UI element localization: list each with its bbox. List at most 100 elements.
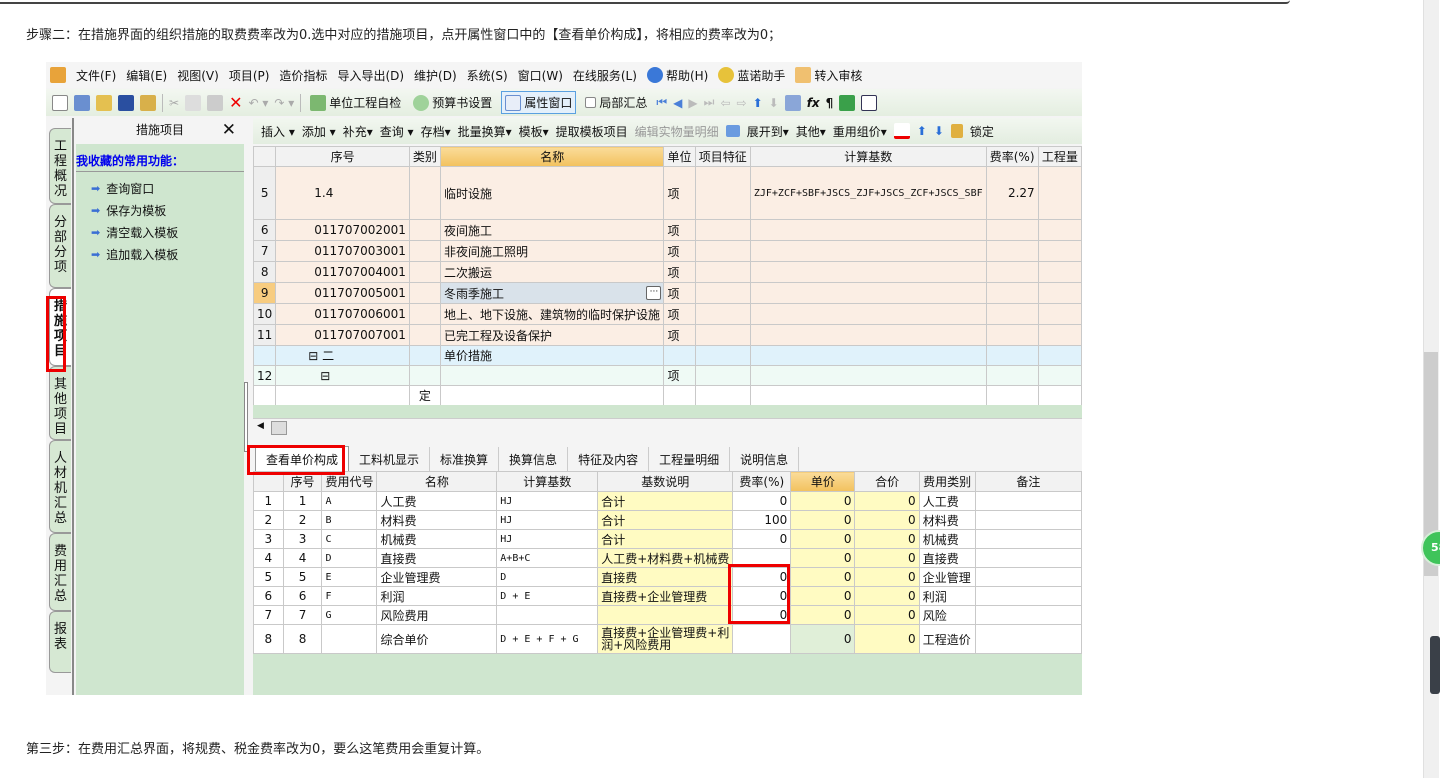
column-header[interactable]: 合价 [854,471,920,492]
toolbar2-item-11[interactable]: 重用组价▾ [833,123,887,140]
tab-4[interactable]: 特征及内容 [568,447,650,472]
table-row[interactable]: 3 3 C 机械费 HJ 合计 0 0 0 机械费 [253,529,1082,549]
cell-total[interactable]: 0 [854,586,920,606]
cell-price[interactable]: 0 [790,586,856,606]
cell-price[interactable]: 0 [790,491,856,511]
cell-cat[interactable]: 风险 [918,605,976,625]
column-header[interactable]: 名称 [439,146,665,167]
down-arrow-icon[interactable]: ⬇ [769,96,779,110]
table-row[interactable]: 8 8 综合单价 D + E + F + G 直接费+企业管理费+利润+风险费用 0 0 工程… [253,624,1082,654]
table-row[interactable]: 定 [252,385,1082,406]
tab-5[interactable]: 工程量明细 [649,447,731,472]
table-row[interactable]: 11 011707007001 已完工程及设备保护项 [252,324,1082,346]
cell-name[interactable]: 地上、地下设施、建筑物的临时保护设施 [439,303,665,325]
cell-base[interactable]: D + E [496,586,599,606]
horizontal-scrollbar[interactable]: ◀ [253,418,1082,436]
move-up-icon[interactable]: ⬆ [917,124,927,138]
cell-note[interactable] [974,510,1082,530]
ellipsis-button[interactable]: ··· [646,286,662,300]
cell-base[interactable]: HJ [496,491,599,511]
column-header[interactable]: 费率(%) [985,146,1039,167]
column-header[interactable]: 费率(%) [732,471,792,492]
nav-tab-4[interactable]: 人材机汇总 [49,440,71,533]
cell-rate[interactable] [985,240,1039,262]
cell-name[interactable]: 夜间施工 [439,219,665,241]
cell-rate[interactable] [985,365,1039,386]
cell-rate[interactable] [985,282,1039,304]
left-arrow-icon[interactable]: ⇦ [720,96,730,110]
cell-name[interactable] [439,385,665,406]
toolbar2-item-10[interactable]: 其他▾ [796,123,826,140]
paste-icon[interactable] [207,94,224,111]
cell-price[interactable]: 0 [790,529,856,549]
property-window-button[interactable]: 属性窗口 [501,91,577,114]
paragraph-icon[interactable]: ¶ [826,96,834,110]
cell-name[interactable] [439,365,665,386]
cell-note[interactable] [974,605,1082,625]
cell-name[interactable]: 单价措施 [439,345,665,366]
partial-summary-checkbox[interactable]: 局部汇总 [582,92,650,113]
cell-rate[interactable] [732,624,792,654]
redo-icon[interactable]: ↷ ▾ [274,96,294,110]
toolbar2-item-12[interactable]: 锁定 [970,123,994,140]
cell-note[interactable] [974,491,1082,511]
nav-tab-1[interactable]: 分部分项 [49,204,71,288]
tab-1[interactable]: 工料机显示 [349,447,431,472]
cell-rate[interactable] [985,385,1039,406]
cell-base[interactable]: HJ [496,510,599,530]
menu-maintain[interactable]: 维护(D) [414,67,457,84]
folder-icon[interactable] [140,94,156,111]
menu-cost-index[interactable]: 造价指标 [279,67,327,84]
cell-base[interactable]: D [496,567,599,587]
column-header[interactable] [252,146,277,167]
grid-icon[interactable] [74,94,90,111]
cell-base[interactable] [496,605,599,625]
cell-total[interactable]: 0 [854,529,920,549]
column-header[interactable]: 单位 [663,146,696,167]
calculator-icon[interactable] [784,94,801,111]
scroll-left-icon[interactable]: ◀ [257,421,264,431]
column-header[interactable]: 项目特征 [694,146,751,167]
cell-rate[interactable] [985,324,1039,346]
table-row[interactable]: 5 1.4 临时设施项 ZJF+ZCF+SBF+JSCS_ZJF+JSCS_ZCF+J… [252,166,1082,220]
favorite-item[interactable]: ➡ 清空载入模板 [91,224,178,241]
cell-rate[interactable] [985,219,1039,241]
cell-cat[interactable]: 工程造价 [918,624,976,654]
cell-base[interactable]: A+B+C [496,548,599,568]
fill-color-icon[interactable] [893,123,910,139]
table-row[interactable]: 7 7 G 风险费用 0 0 0 风险 [253,605,1082,625]
cell-rate[interactable]: 0 [732,529,792,549]
cell-note[interactable] [974,624,1082,654]
cell-name[interactable]: 临时设施 [439,166,665,220]
menu-file[interactable]: 文件(F) [76,67,116,84]
column-header[interactable]: 基数说明 [597,471,734,492]
cell-rate[interactable] [985,261,1039,283]
table-row[interactable]: 6 011707002001 夜间施工项 [252,219,1082,241]
formula-icon[interactable]: fx [807,96,820,110]
toolbar2-item-8[interactable]: 编辑实物量明细 [635,123,719,140]
cell-note[interactable] [974,586,1082,606]
cell-price[interactable]: 0 [790,567,856,587]
cell-rate[interactable]: 0 [732,491,792,511]
column-header[interactable]: 类别 [408,146,441,167]
table-row[interactable]: 7 011707003001 非夜间施工照明项 [252,240,1082,262]
open-folder-icon[interactable] [96,94,112,111]
table-row[interactable]: 4 4 D 直接费 A+B+C 人工费+材料费+机械费 0 0 直接费 [253,548,1082,568]
next-icon[interactable]: ▶ [688,96,697,110]
table-row[interactable]: 1 1 A 人工费 HJ 合计 0 0 0 人工费 [253,491,1082,511]
table-row[interactable]: 6 6 F 利润 D + E 直接费+企业管理费 0 0 0 利润 [253,586,1082,606]
favorite-item[interactable]: ➡ 保存为模板 [91,202,166,219]
column-header[interactable]: 名称 [376,471,498,492]
save-icon[interactable] [118,94,134,111]
cell-note[interactable] [974,529,1082,549]
cell-base[interactable]: D + E + F + G [496,624,599,654]
undo-icon[interactable]: ↶ ▾ [248,96,268,110]
cell-total[interactable]: 0 [854,567,920,587]
table-row[interactable]: 9 011707005001 冬雨季施工 ··· 项 [252,282,1082,304]
cell-name[interactable]: 二次搬运 [439,261,665,283]
toolbar2-item-0[interactable]: 插入 ▾ [261,123,295,140]
scrollbar-thumb[interactable] [271,421,287,435]
close-icon[interactable]: ✕ [222,116,236,144]
delete-icon[interactable]: ✕ [229,93,242,112]
favorite-item[interactable]: ➡ 查询窗口 [91,180,154,197]
